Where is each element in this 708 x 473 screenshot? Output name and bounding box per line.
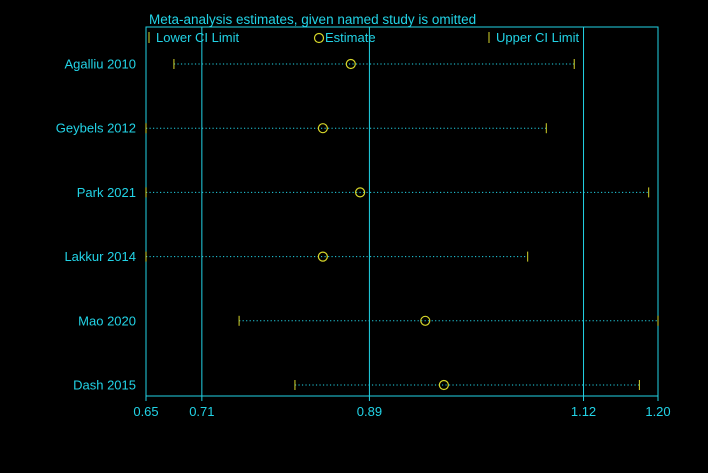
reference-lines [201, 27, 585, 396]
legend-estimate-marker [313, 32, 325, 44]
x-axis-ticks: 0.65 0.71 0.89 1.12 1.20 [133, 396, 671, 419]
x-tick-label: 1.20 [645, 404, 670, 419]
legend: Lower CI Limit Estimate Upper CI Limit [148, 30, 579, 45]
estimate-marker [345, 58, 356, 70]
plot-frame [145, 26, 659, 397]
study-row-2: Park 2021 [77, 185, 650, 200]
legend-lower-label: Lower CI Limit [156, 30, 239, 45]
legend-estimate-label: Estimate [325, 30, 376, 45]
study-row-4: Mao 2020 [78, 313, 659, 328]
x-tick-label: 0.71 [189, 404, 214, 419]
estimate-marker [317, 251, 328, 262]
study-label: Park 2021 [77, 185, 136, 200]
estimate-marker [317, 123, 328, 134]
estimate-marker [438, 379, 449, 391]
study-label: Lakkur 2014 [64, 249, 136, 264]
chart-title: Meta-analysis estimates, given named stu… [149, 12, 476, 27]
study-label: Mao 2020 [78, 313, 136, 328]
study-label: Geybels 2012 [56, 121, 136, 136]
forest-plot: Meta-analysis estimates, given named stu… [56, 12, 671, 419]
study-label: Agalliu 2010 [64, 57, 136, 72]
study-row-5: Dash 2015 [73, 378, 640, 393]
x-tick-label: 0.89 [357, 404, 382, 419]
study-row-1: Geybels 2012 [56, 121, 547, 136]
study-row-3: Lakkur 2014 [64, 249, 529, 264]
study-row-0: Agalliu 2010 [64, 57, 575, 72]
x-tick-label: 0.65 [133, 404, 158, 419]
study-label: Dash 2015 [73, 378, 136, 393]
x-tick-label: 1.12 [571, 404, 596, 419]
legend-upper-label: Upper CI Limit [496, 30, 579, 45]
